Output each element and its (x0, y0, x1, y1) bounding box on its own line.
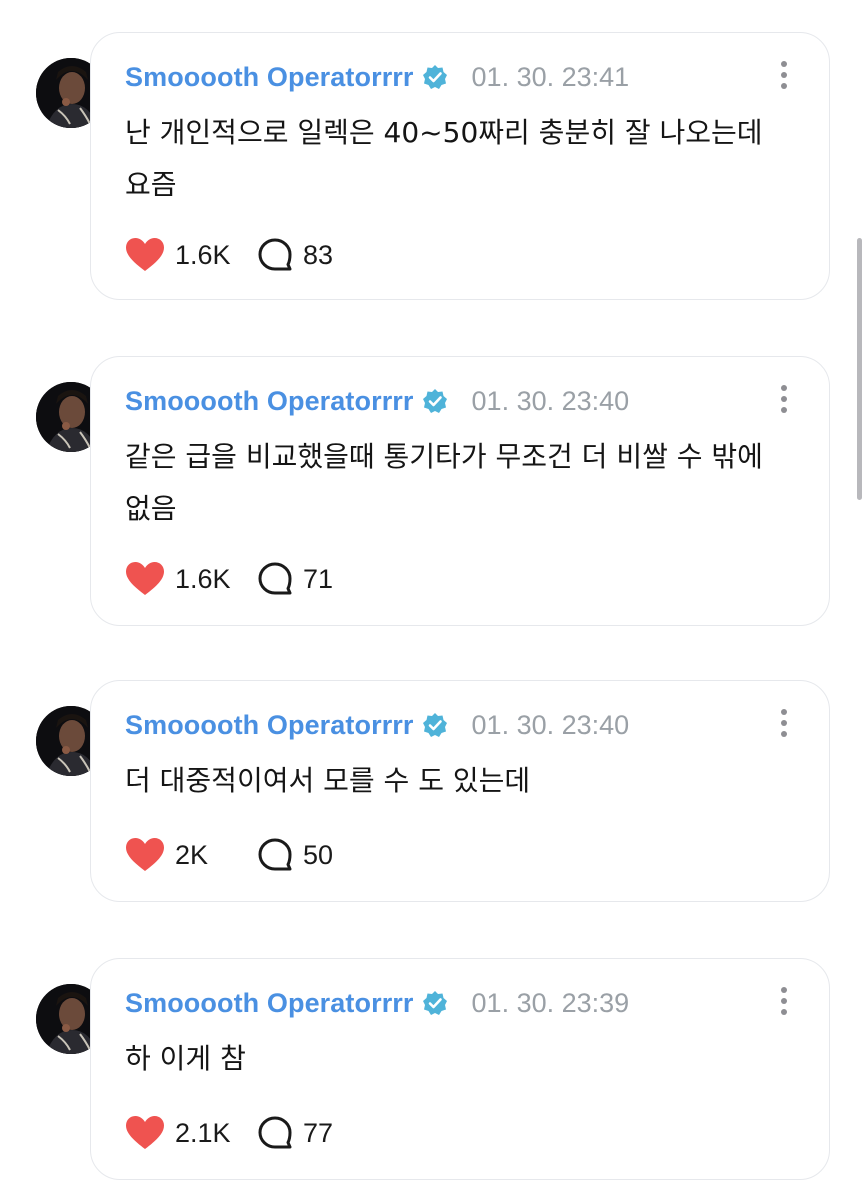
heart-icon (126, 1116, 164, 1149)
more-vertical-icon[interactable] (779, 709, 789, 739)
like-button[interactable]: 2.1K (125, 1115, 257, 1151)
comment-button[interactable]: 71 (257, 561, 333, 597)
comment-actions: 2.1K 77 (125, 1113, 333, 1153)
comment-bubble-icon (258, 562, 292, 595)
comment-bubble-icon (258, 1116, 292, 1149)
comment-feed: Smooooth Operatorrrr 01. 30. 23:41 난 개인적… (0, 0, 868, 1200)
verified-badge-icon (422, 389, 447, 413)
comment-header: Smooooth Operatorrrr 01. 30. 23:39 (125, 985, 629, 1021)
comment-count: 83 (303, 239, 334, 270)
author-name[interactable]: Smooooth Operatorrrr (125, 710, 414, 741)
like-button[interactable]: 1.6K (125, 237, 257, 273)
more-vertical-icon[interactable] (779, 385, 789, 415)
scrollbar[interactable] (857, 238, 862, 500)
more-vertical-icon[interactable] (779, 987, 789, 1017)
comment-header: Smooooth Operatorrrr 01. 30. 23:40 (125, 707, 629, 743)
comment-count: 77 (303, 1117, 334, 1148)
like-count: 2K (175, 839, 209, 870)
author-name[interactable]: Smooooth Operatorrrr (125, 62, 414, 93)
like-count: 2.1K (175, 1117, 231, 1148)
comment-text: 하 이게 참 (125, 1042, 246, 1075)
comment-card: Smooooth Operatorrrr 01. 30. 23:40 같은 급을… (90, 356, 830, 626)
comment-count: 50 (303, 839, 334, 870)
comment-text: 더 대중적이여서 모를 수 도 있는데 (125, 764, 531, 797)
timestamp: 01. 30. 23:41 (471, 61, 630, 92)
comment-button[interactable]: 50 (257, 837, 333, 873)
comment-count: 71 (303, 563, 334, 594)
comment-card: Smooooth Operatorrrr 01. 30. 23:39 하 이게 … (90, 958, 830, 1180)
heart-icon (126, 238, 164, 271)
timestamp: 01. 30. 23:39 (471, 987, 630, 1018)
like-button[interactable]: 1.6K (125, 561, 257, 597)
comment-button[interactable]: 83 (257, 237, 333, 273)
verified-badge-icon (422, 713, 447, 737)
comment-header: Smooooth Operatorrrr 01. 30. 23:41 (125, 59, 629, 95)
comment-button[interactable]: 77 (257, 1115, 333, 1151)
author-name[interactable]: Smooooth Operatorrrr (125, 988, 414, 1019)
comment-bubble-icon (258, 838, 292, 871)
verified-badge-icon (422, 991, 447, 1015)
comment-card: Smooooth Operatorrrr 01. 30. 23:40 더 대중적… (90, 680, 830, 902)
more-vertical-icon[interactable] (779, 61, 789, 91)
verified-badge-icon (422, 65, 447, 89)
comment-card: Smooooth Operatorrrr 01. 30. 23:41 난 개인적… (90, 32, 830, 300)
timestamp: 01. 30. 23:40 (471, 709, 630, 740)
timestamp: 01. 30. 23:40 (471, 385, 630, 416)
comment-header: Smooooth Operatorrrr 01. 30. 23:40 (125, 383, 629, 419)
like-button[interactable]: 2K (125, 837, 257, 873)
comment-bubble-icon (258, 238, 292, 271)
comment-actions: 1.6K 83 (125, 235, 333, 275)
like-count: 1.6K (175, 239, 231, 270)
author-name[interactable]: Smooooth Operatorrrr (125, 386, 414, 417)
like-count: 1.6K (175, 563, 231, 594)
comment-text: 같은 급을 비교했을때 통기타가 무조건 더 비쌀 수 밖에 없음 (125, 440, 763, 525)
heart-icon (126, 838, 164, 871)
comment-actions: 1.6K 71 (125, 559, 333, 599)
comment-text: 난 개인적으로 일렉은 40~50짜리 충분히 잘 나오는데 요즘 (125, 116, 763, 201)
comment-actions: 2K 50 (125, 835, 333, 875)
heart-icon (126, 562, 164, 595)
